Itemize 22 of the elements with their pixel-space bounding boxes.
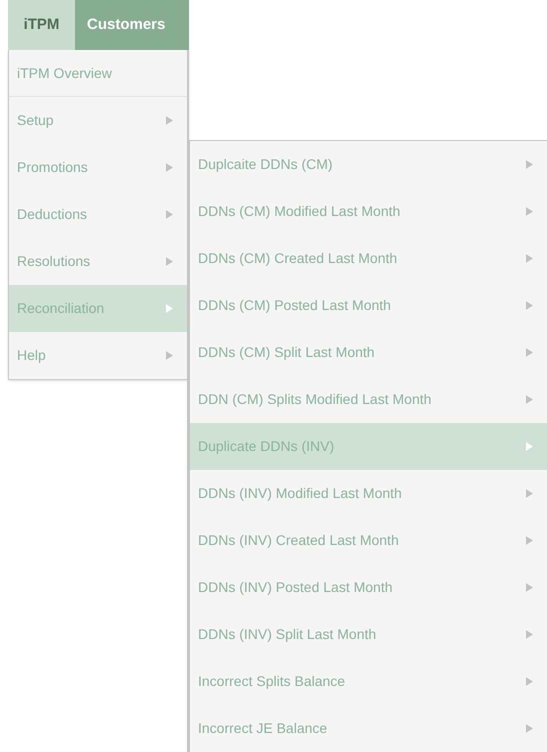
menu-item[interactable]: DDNs (CM) Split Last Month — [190, 329, 547, 376]
menu-item[interactable]: iTPM Overview — [9, 50, 187, 97]
menu-item[interactable]: Promotions — [9, 144, 187, 191]
menu-item[interactable]: DDNs (CM) Posted Last Month — [190, 282, 547, 329]
menu-item[interactable]: Deductions — [9, 191, 187, 238]
menu-item[interactable]: Incorrect Splits Balance — [190, 658, 547, 705]
menu-item[interactable]: DDNs (INV) Posted Last Month — [190, 564, 547, 611]
menu-item[interactable]: DDNs (CM) Modified Last Month — [190, 188, 547, 235]
menu-item[interactable]: Resolutions — [9, 238, 187, 285]
menu-item[interactable]: Setup — [9, 97, 187, 144]
menu-item[interactable]: DDNs (CM) Created Last Month — [190, 235, 547, 282]
menu-item[interactable]: Duplcaite DDNs (CM) — [190, 141, 547, 188]
menu-item[interactable]: DDNs (INV) Split Last Month — [190, 611, 547, 658]
menu-tab[interactable]: Customers — [75, 0, 189, 50]
menu-item[interactable]: DDN (CM) Splits Modified Last Month — [190, 376, 547, 423]
menu-item[interactable]: Help — [9, 332, 187, 379]
menu-tab[interactable]: iTPM — [8, 0, 75, 50]
menu-item[interactable]: DDNs (INV) Modified Last Month — [190, 470, 547, 517]
menu-item[interactable]: DDNs (INV) Created Last Month — [190, 517, 547, 564]
menu-item[interactable]: Incorrect JE Balance — [190, 705, 547, 752]
menu-item[interactable]: Reconciliation — [9, 285, 187, 332]
menu-item[interactable]: Duplicate DDNs (INV) — [190, 423, 547, 470]
